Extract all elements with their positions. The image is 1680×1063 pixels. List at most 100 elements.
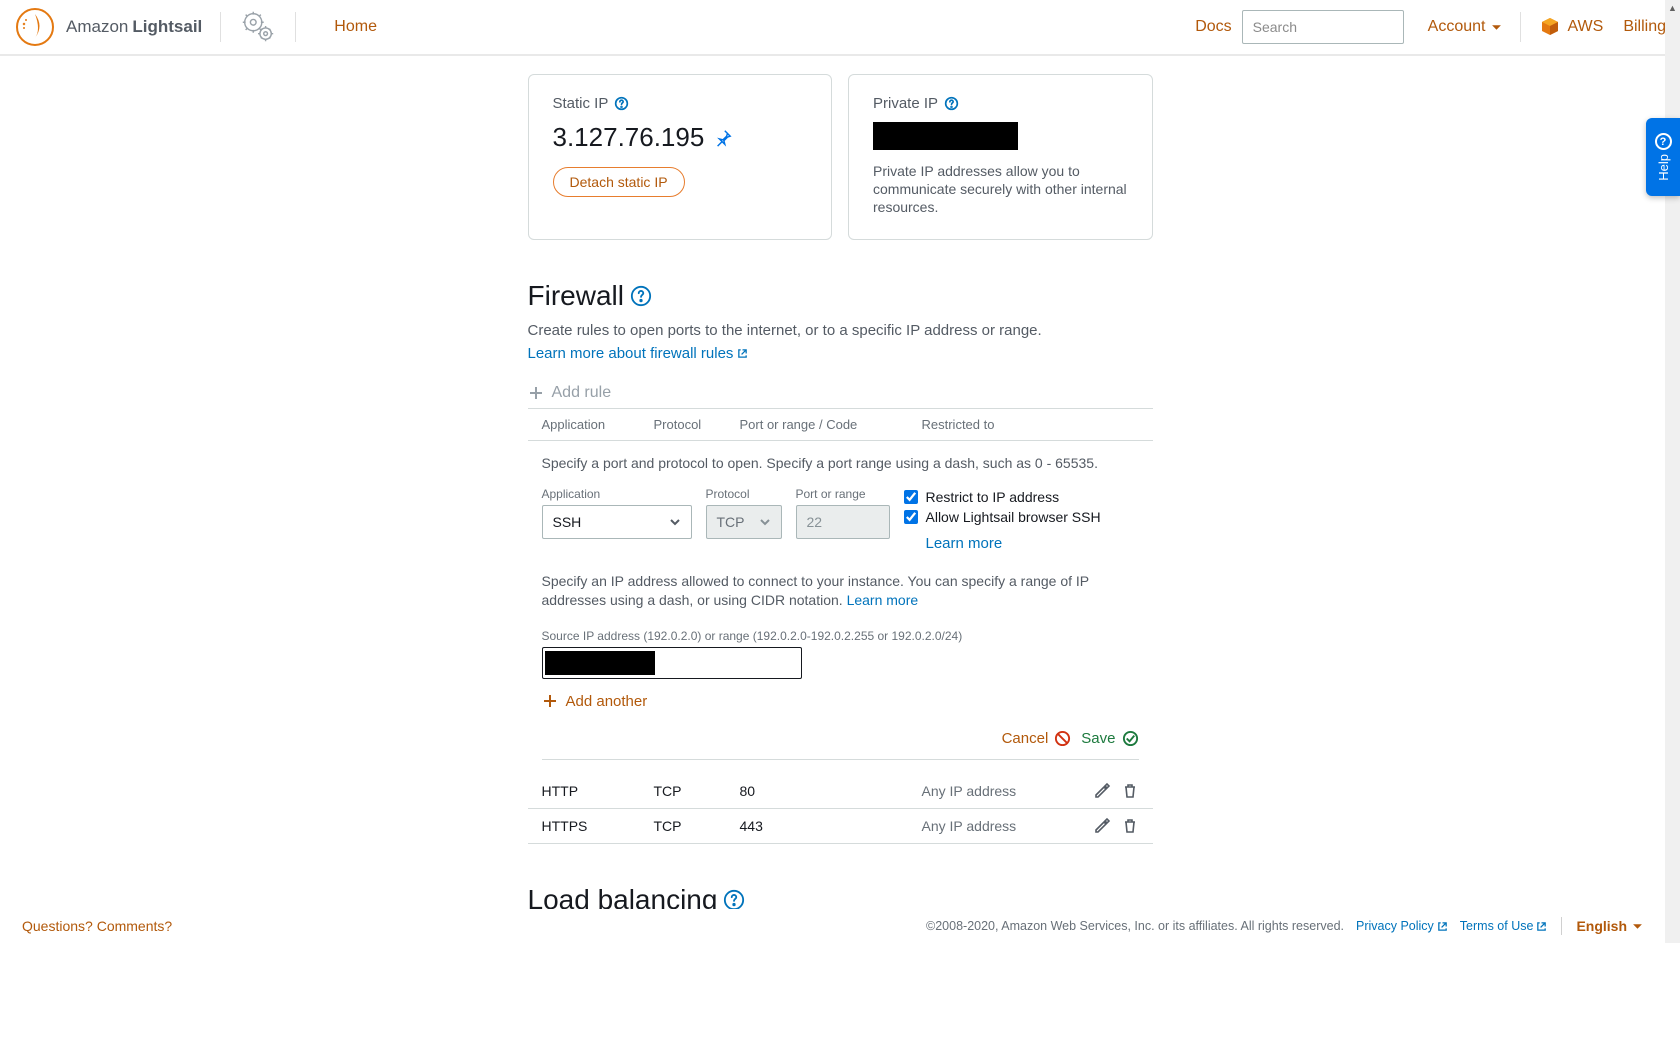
header-divider [220,12,221,42]
firewall-table-head: Application Protocol Port or range / Cod… [528,409,1153,441]
static-ip-title-text: Static IP [553,95,609,112]
allow-ssh-checkbox[interactable] [904,510,918,524]
source-ip-value-redacted [545,651,655,675]
aws-link[interactable]: AWS [1539,16,1603,38]
rule-port: 80 [740,783,922,799]
rule-restrict: Any IP address [922,818,1077,834]
help-icon[interactable] [723,889,745,911]
chevron-down-icon [669,516,681,528]
rule-app: HTTP [542,783,654,799]
aws-label: AWS [1567,18,1603,36]
external-link-icon [737,348,748,359]
edit-icon[interactable] [1093,817,1111,835]
checkbox-learn-more-link[interactable]: Learn more [926,535,1101,552]
private-ip-value-redacted [873,122,1018,150]
footer-divider [1561,917,1562,935]
add-another-label: Add another [566,693,648,710]
questions-link[interactable]: Questions? Comments? [22,918,172,934]
help-tab[interactable]: ? Help [1646,118,1680,196]
firewall-table: Application Protocol Port or range / Cod… [528,408,1153,844]
allow-ssh-label: Allow Lightsail browser SSH [926,509,1101,525]
docs-link[interactable]: Docs [1195,18,1231,36]
help-icon[interactable] [614,96,629,111]
firewall-rule-row: HTTP TCP 80 Any IP address [528,774,1153,809]
chevron-down-icon [1632,921,1643,932]
help-question-icon: ? [1655,133,1672,150]
edit-icon[interactable] [1093,782,1111,800]
col-port: Port or range / Code [740,417,922,432]
header-divider-2 [295,12,296,42]
application-select[interactable]: SSH [542,505,692,539]
save-label: Save [1081,730,1115,747]
save-button[interactable]: Save [1081,730,1138,747]
help-tab-label: Help [1656,154,1671,181]
external-link-icon [1536,921,1547,932]
terms-link[interactable]: Terms of Use [1460,919,1548,933]
rule-port: 443 [740,818,922,834]
rule-app: HTTPS [542,818,654,834]
cancel-icon [1054,730,1071,747]
private-ip-title-text: Private IP [873,95,938,112]
firewall-subtitle: Create rules to open ports to the intern… [528,322,1153,339]
footer-copyright: ©2008-2020, Amazon Web Services, Inc. or… [926,919,1344,933]
delete-icon[interactable] [1121,817,1139,835]
port-input [796,505,890,539]
chevron-down-icon [1491,22,1502,33]
account-menu[interactable]: Account [1428,18,1503,36]
pin-icon [714,129,732,147]
privacy-policy-link[interactable]: Privacy Policy [1356,919,1448,933]
brand-light: Amazon [66,17,128,37]
footer: Questions? Comments? ©2008-2020, Amazon … [0,909,1665,943]
cancel-label: Cancel [1002,730,1049,747]
add-rule-button: Add rule [528,384,1153,402]
search-input[interactable] [1253,19,1434,35]
home-link[interactable]: Home [334,18,377,36]
aws-cube-icon [1539,16,1561,38]
static-ip-card: Static IP 3.127.76.195 Detach static IP [528,74,833,240]
account-label: Account [1428,18,1486,36]
col-protocol: Protocol [654,417,740,432]
logo[interactable]: Amazon Lightsail [14,6,202,48]
protocol-select: TCP [706,505,782,539]
header-divider-3 [1520,12,1521,42]
rule-proto: TCP [654,818,740,834]
terms-text: Terms of Use [1460,919,1534,933]
plus-icon [542,693,558,709]
search-box[interactable] [1242,10,1404,44]
detach-static-ip-button[interactable]: Detach static IP [553,167,685,197]
ip-restriction-desc: Specify an IP address allowed to connect… [542,572,1139,611]
editor-desc: Specify a port and protocol to open. Spe… [542,455,1139,471]
firewall-heading: Firewall [528,280,1153,312]
col-application: Application [542,417,654,432]
protocol-select-value: TCP [717,514,745,530]
static-ip-title: Static IP [553,95,808,112]
billing-link[interactable]: Billing [1623,18,1666,36]
restrict-ip-checkbox-row[interactable]: Restrict to IP address [904,489,1101,505]
restrict-ip-checkbox[interactable] [904,490,918,504]
port-label: Port or range [796,487,890,501]
private-ip-desc: Private IP addresses allow you to commun… [873,162,1128,217]
language-label: English [1576,918,1627,934]
protocol-label: Protocol [706,487,782,501]
rule-proto: TCP [654,783,740,799]
help-icon[interactable] [630,285,652,307]
delete-icon[interactable] [1121,782,1139,800]
language-selector[interactable]: English [1576,918,1643,934]
cancel-button[interactable]: Cancel [1002,730,1072,747]
gear-icon[interactable] [239,8,277,46]
source-ip-label: Source IP address (192.0.2.0) or range (… [542,629,1139,643]
allow-ssh-checkbox-row[interactable]: Allow Lightsail browser SSH [904,509,1101,525]
help-icon[interactable] [944,96,959,111]
source-ip-input[interactable] [542,647,802,679]
firewall-learn-more-link[interactable]: Learn more about firewall rules [528,345,749,362]
application-select-value: SSH [553,514,582,530]
logo-text: Amazon Lightsail [66,17,202,37]
privacy-policy-text: Privacy Policy [1356,919,1434,933]
chevron-down-icon [759,516,771,528]
scrollbar-up-arrow[interactable]: ▲ [1665,0,1680,15]
save-icon [1122,730,1139,747]
firewall-rule-row: HTTPS TCP 443 Any IP address [528,809,1153,844]
private-ip-title: Private IP [873,95,1128,112]
ip-desc-learn-more-link[interactable]: Learn more [847,591,919,611]
add-another-button[interactable]: Add another [542,693,1139,710]
